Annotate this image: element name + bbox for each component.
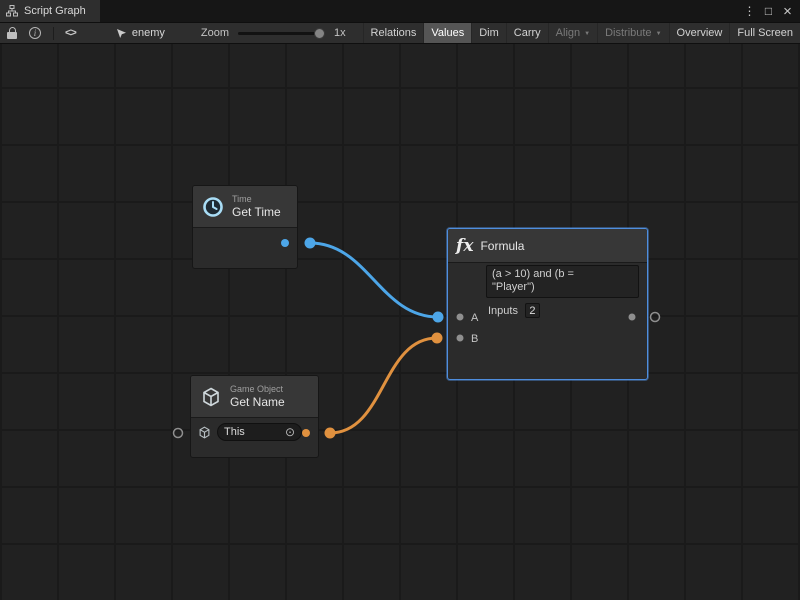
carry-button[interactable]: Carry <box>506 23 548 43</box>
chevron-down-icon: ▼ <box>584 31 590 37</box>
clock-icon <box>201 195 225 219</box>
zoom-slider-handle[interactable] <box>314 28 325 39</box>
code-view-icon[interactable]: <> <box>65 27 76 39</box>
window-controls: ⋮ □ × <box>741 3 800 20</box>
graph-name-label[interactable]: enemy <box>132 27 165 39</box>
wire-endpoint-orange-start[interactable] <box>325 428 336 439</box>
inputs-count-field[interactable]: 2 <box>525 303 540 318</box>
menu-icon[interactable]: ⋮ <box>741 4 758 18</box>
get-name-input-socket[interactable] <box>174 429 183 438</box>
toolbar-buttons: Relations Values Dim Carry Align ▼ Distr… <box>363 23 800 43</box>
target-icon: ⊙ <box>285 426 295 438</box>
node-title: Formula <box>480 239 524 253</box>
zoom-value: 1x <box>334 27 346 39</box>
relations-button[interactable]: Relations <box>363 23 424 43</box>
wire-endpoint-blue-end[interactable] <box>433 312 444 323</box>
info-icon[interactable]: i <box>29 27 41 39</box>
node-get-time[interactable]: Time Get Time <box>192 185 298 269</box>
values-button[interactable]: Values <box>423 23 471 43</box>
target-object-picker[interactable]: This ⊙ <box>217 423 302 441</box>
lock-icon[interactable] <box>7 27 17 39</box>
title-bar: Script Graph ⋮ □ × <box>0 0 800 22</box>
dim-button[interactable]: Dim <box>471 23 506 43</box>
node-category: Game Object <box>230 384 285 395</box>
inputs-label: Inputs <box>488 305 518 317</box>
cube-icon <box>197 425 212 440</box>
toolbar-separator <box>53 27 54 40</box>
port-a-label: A <box>471 312 478 324</box>
formula-expression-field[interactable]: (a > 10) and (b = "Player") <box>486 265 639 298</box>
cube-icon <box>199 385 223 409</box>
script-graph-window: Script Graph ⋮ □ × i <> enemy Zoom 1x Re… <box>0 0 800 600</box>
graph-pointer-icon <box>116 28 127 39</box>
wires-overlay <box>0 44 800 600</box>
align-button: Align ▼ <box>548 23 597 43</box>
wire-get-name-to-formula-b[interactable] <box>330 338 437 433</box>
zoom-slider[interactable] <box>238 32 322 35</box>
overview-button[interactable]: Overview <box>669 23 730 43</box>
zoom-label: Zoom <box>201 27 229 39</box>
window-title: Script Graph <box>24 5 86 17</box>
maximize-icon[interactable]: □ <box>760 4 777 18</box>
wire-get-time-to-formula-a[interactable] <box>310 243 438 317</box>
formula-output-socket[interactable] <box>651 313 660 322</box>
node-title: Get Time <box>232 205 281 219</box>
distribute-button: Distribute ▼ <box>597 23 668 43</box>
window-tab[interactable]: Script Graph <box>0 0 100 22</box>
wire-endpoint-blue-start[interactable] <box>305 238 316 249</box>
close-icon[interactable]: × <box>779 3 796 20</box>
node-category: Time <box>232 194 281 205</box>
formula-icon: fx <box>456 236 473 256</box>
chevron-down-icon: ▼ <box>656 31 662 37</box>
node-formula[interactable]: fx Formula (a > 10) and (b = "Player") I… <box>447 228 648 380</box>
wire-endpoint-orange-end[interactable] <box>432 333 443 344</box>
node-get-name[interactable]: Game Object Get Name This ⊙ <box>190 375 319 458</box>
graph-toolbar: i <> enemy Zoom 1x Relations Values Dim … <box>0 22 800 44</box>
full-screen-button[interactable]: Full Screen <box>729 23 800 43</box>
graph-canvas[interactable]: Time Get Time fx Formula (a > 10) and (b… <box>0 44 800 600</box>
port-b-label: B <box>471 333 478 345</box>
script-graph-icon <box>6 5 18 17</box>
node-title: Get Name <box>230 395 285 409</box>
